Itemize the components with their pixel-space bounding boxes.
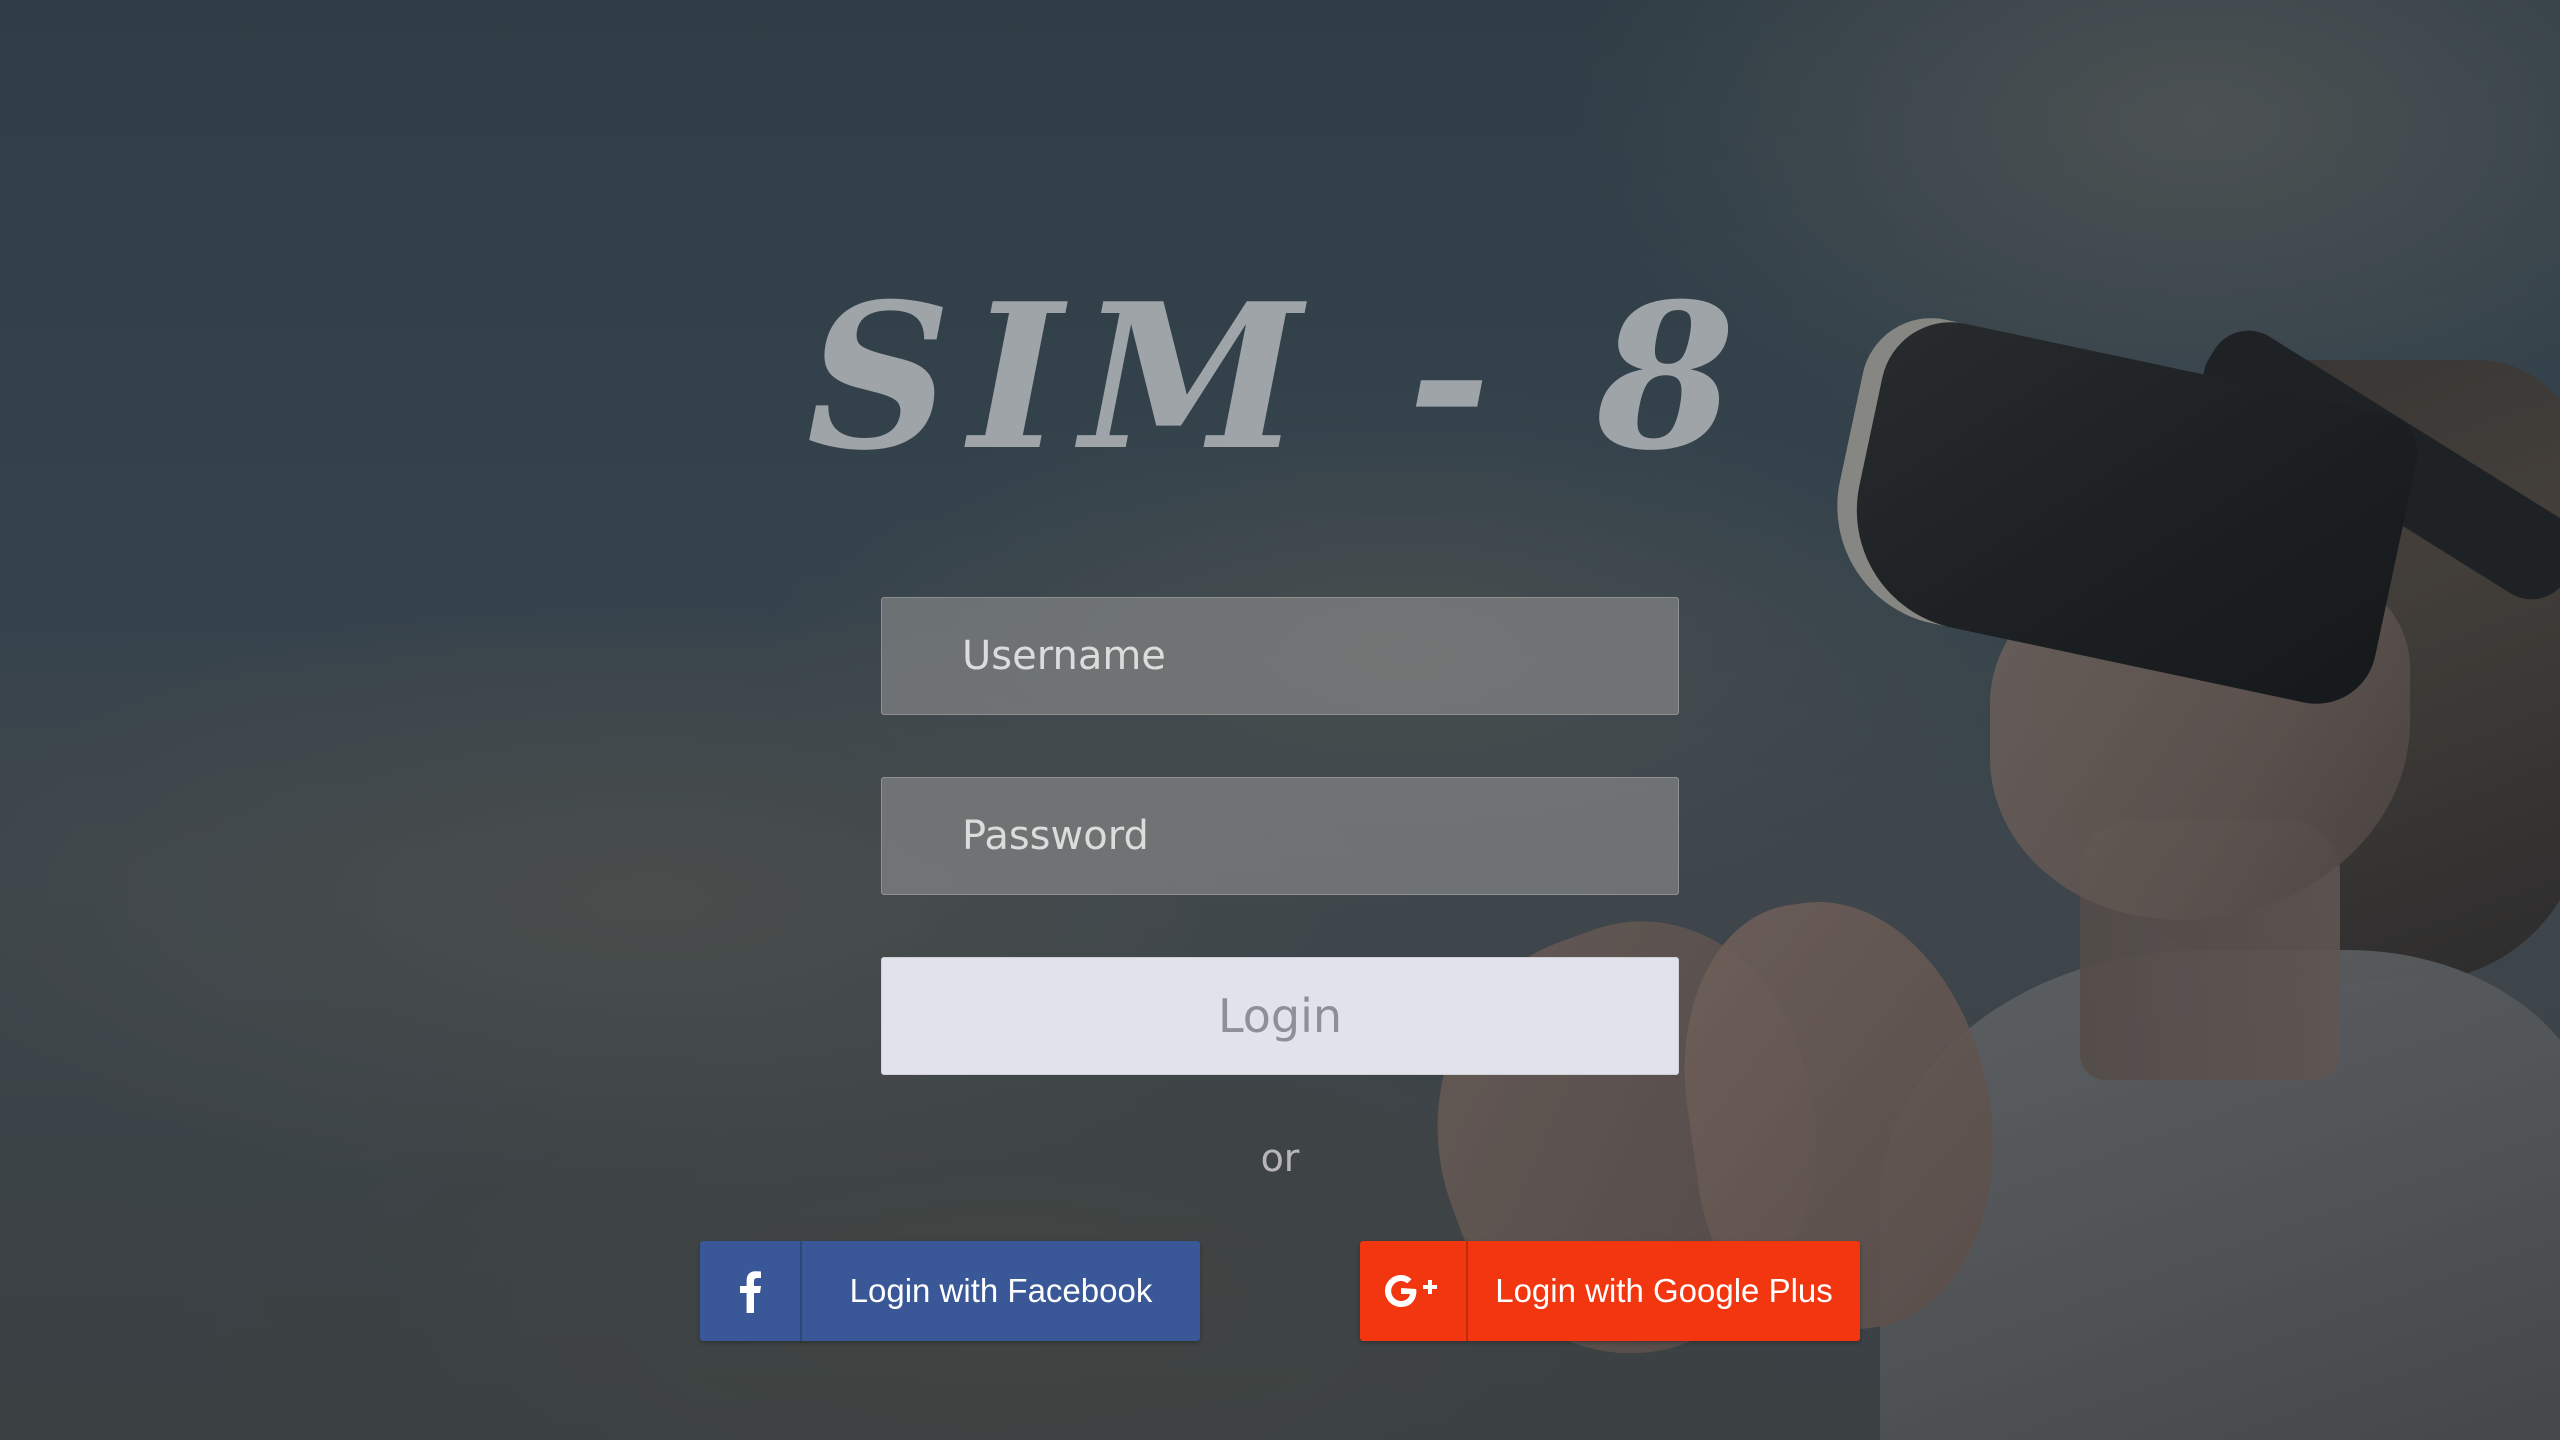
facebook-login-button[interactable]: Login with Facebook bbox=[700, 1241, 1200, 1341]
or-divider-text: or bbox=[1260, 1136, 1300, 1180]
google-plus-login-label: Login with Google Plus bbox=[1495, 1272, 1833, 1309]
login-page: SIM - 8 Login or Login with Facebook Log… bbox=[0, 0, 2560, 1440]
password-input[interactable] bbox=[881, 777, 1679, 895]
app-logo: SIM - 8 bbox=[806, 260, 1754, 495]
background-overlay bbox=[0, 0, 2560, 1440]
google-plus-icon bbox=[1360, 1241, 1468, 1341]
username-input[interactable] bbox=[881, 597, 1679, 715]
google-plus-login-button[interactable]: Login with Google Plus bbox=[1360, 1241, 1860, 1341]
facebook-login-label: Login with Facebook bbox=[849, 1272, 1153, 1309]
login-button[interactable]: Login bbox=[881, 957, 1679, 1075]
facebook-icon bbox=[700, 1241, 802, 1341]
